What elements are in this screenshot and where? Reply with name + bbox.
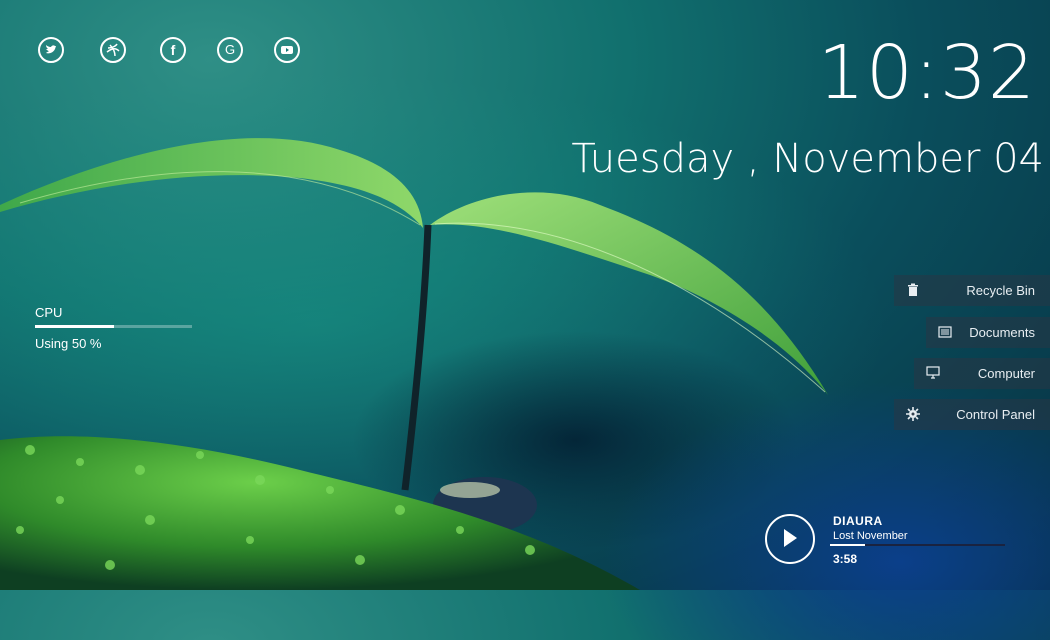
- clock-date: Tuesday , November 04: [571, 136, 1044, 182]
- track-progress-bar[interactable]: [830, 544, 1005, 546]
- shortcut-label: Control Panel: [956, 407, 1035, 422]
- track-progress-fill: [830, 544, 865, 546]
- track-artist: DIAURA: [833, 514, 883, 528]
- cpu-bar: [35, 325, 192, 328]
- twitter-icon[interactable]: [38, 37, 64, 63]
- shortcut-label: Recycle Bin: [966, 283, 1035, 298]
- clock-time: 10:32: [817, 30, 1036, 116]
- shortcut-documents[interactable]: Documents: [926, 317, 1050, 348]
- gear-icon: [906, 407, 920, 421]
- shortcut-control-panel[interactable]: Control Panel: [894, 399, 1050, 430]
- shortcut-label: Documents: [969, 325, 1035, 340]
- google-icon[interactable]: G: [217, 37, 243, 63]
- cpu-widget: CPU Using 50 %: [35, 305, 195, 351]
- trash-icon: [908, 283, 918, 296]
- track-title: Lost November: [833, 530, 908, 542]
- facebook-icon[interactable]: f: [160, 37, 186, 63]
- document-icon: [938, 326, 952, 338]
- music-player: DIAURA Lost November 3:58: [765, 514, 1025, 574]
- track-time: 3:58: [833, 552, 858, 566]
- play-button[interactable]: [765, 514, 815, 564]
- dribbble-icon[interactable]: [100, 37, 126, 63]
- shortcut-recycle-bin[interactable]: Recycle Bin: [894, 275, 1050, 306]
- cpu-usage-text: Using 50 %: [35, 336, 102, 351]
- monitor-icon: [926, 366, 940, 379]
- shortcut-computer[interactable]: Computer: [914, 358, 1050, 389]
- youtube-icon[interactable]: [274, 37, 300, 63]
- play-icon: [784, 529, 797, 547]
- shortcut-label: Computer: [977, 366, 1035, 381]
- cpu-label: CPU: [35, 305, 63, 320]
- cpu-bar-fill: [35, 325, 114, 328]
